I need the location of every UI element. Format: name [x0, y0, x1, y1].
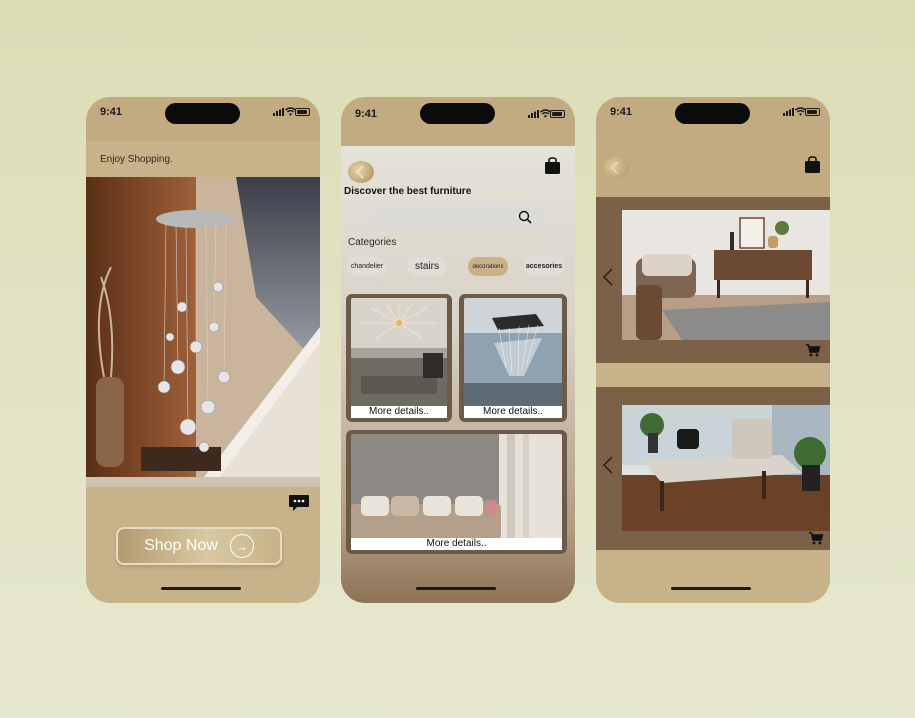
- more-details-link[interactable]: More details..: [464, 406, 562, 418]
- product-image-armchair-console: [622, 210, 830, 340]
- chip-label: accesories: [525, 263, 563, 270]
- back-icon: [610, 161, 619, 175]
- phone-screen-product-list: 9:41: [596, 97, 830, 603]
- status-bar: 9:41: [596, 97, 830, 141]
- category-chip-chandelier[interactable]: chandelier: [347, 257, 387, 276]
- product-card[interactable]: More details..: [346, 294, 452, 422]
- home-indicator: [416, 587, 496, 590]
- shopping-bag-icon[interactable]: [544, 157, 561, 175]
- more-details-link[interactable]: More details..: [351, 538, 562, 550]
- product-image-crystal-chandelier: [464, 298, 562, 407]
- page-title: Discover the best furniture: [344, 186, 472, 197]
- header-bar: [596, 141, 830, 197]
- search-input[interactable]: [370, 202, 544, 232]
- product-image-chaise-lounge: [622, 405, 830, 531]
- status-time: 9:41: [355, 108, 378, 120]
- dynamic-island: [675, 103, 750, 124]
- shop-now-button[interactable]: Shop Now →: [116, 527, 282, 565]
- category-chip-accesories[interactable]: accesories: [523, 257, 565, 276]
- product-section: [596, 197, 830, 363]
- product-section: [596, 387, 830, 550]
- signal-icon: [528, 110, 539, 118]
- product-image-sofa-wall: [351, 434, 562, 539]
- category-chip-decorations[interactable]: decorations: [468, 257, 508, 276]
- category-chip-stairs[interactable]: stairs: [407, 257, 447, 276]
- more-details-link[interactable]: More details..: [351, 406, 447, 418]
- status-bar: 9:41: [341, 97, 575, 146]
- cart-icon[interactable]: [808, 531, 824, 545]
- status-time: 9:41: [610, 106, 633, 118]
- back-button[interactable]: [348, 161, 374, 183]
- chevron-left-icon[interactable]: [602, 455, 614, 475]
- signal-icon: [273, 108, 284, 116]
- chevron-left-icon[interactable]: [602, 267, 614, 287]
- back-icon: [355, 165, 364, 179]
- chip-label: chandelier: [350, 263, 384, 270]
- chat-bubble-icon[interactable]: [288, 494, 310, 512]
- status-bar: 9:41: [86, 97, 320, 141]
- cart-icon[interactable]: [805, 343, 821, 357]
- product-image-ceiling-light: [351, 298, 447, 407]
- signal-icon: [783, 108, 794, 116]
- home-indicator: [161, 587, 241, 590]
- chip-label: stairs: [415, 261, 439, 272]
- phone-screen-discover: 9:41 Discover the best furniture Categor…: [341, 97, 575, 603]
- status-time: 9:41: [100, 106, 123, 118]
- dynamic-island: [420, 103, 495, 124]
- search-icon[interactable]: [518, 210, 532, 224]
- battery-icon: [805, 108, 820, 116]
- battery-icon: [550, 110, 565, 118]
- categories-heading: Categories: [348, 237, 397, 248]
- product-card[interactable]: More details..: [459, 294, 567, 422]
- home-indicator: [671, 587, 751, 590]
- battery-icon: [295, 108, 310, 116]
- dynamic-island: [165, 103, 240, 124]
- greeting-text: Enjoy Shopping.: [100, 154, 173, 165]
- back-button[interactable]: [603, 157, 629, 179]
- chip-label: decorations: [472, 263, 504, 270]
- product-card[interactable]: More details..: [346, 430, 567, 554]
- shopping-bag-icon[interactable]: [804, 156, 821, 174]
- arrow-right-icon: →: [229, 534, 254, 558]
- hero-image-chandelier-stairs: [86, 177, 320, 487]
- phone-screen-home: 9:41 Enjoy Shopping. Shop Now →: [86, 97, 320, 603]
- shop-now-label: Shop Now: [144, 537, 218, 554]
